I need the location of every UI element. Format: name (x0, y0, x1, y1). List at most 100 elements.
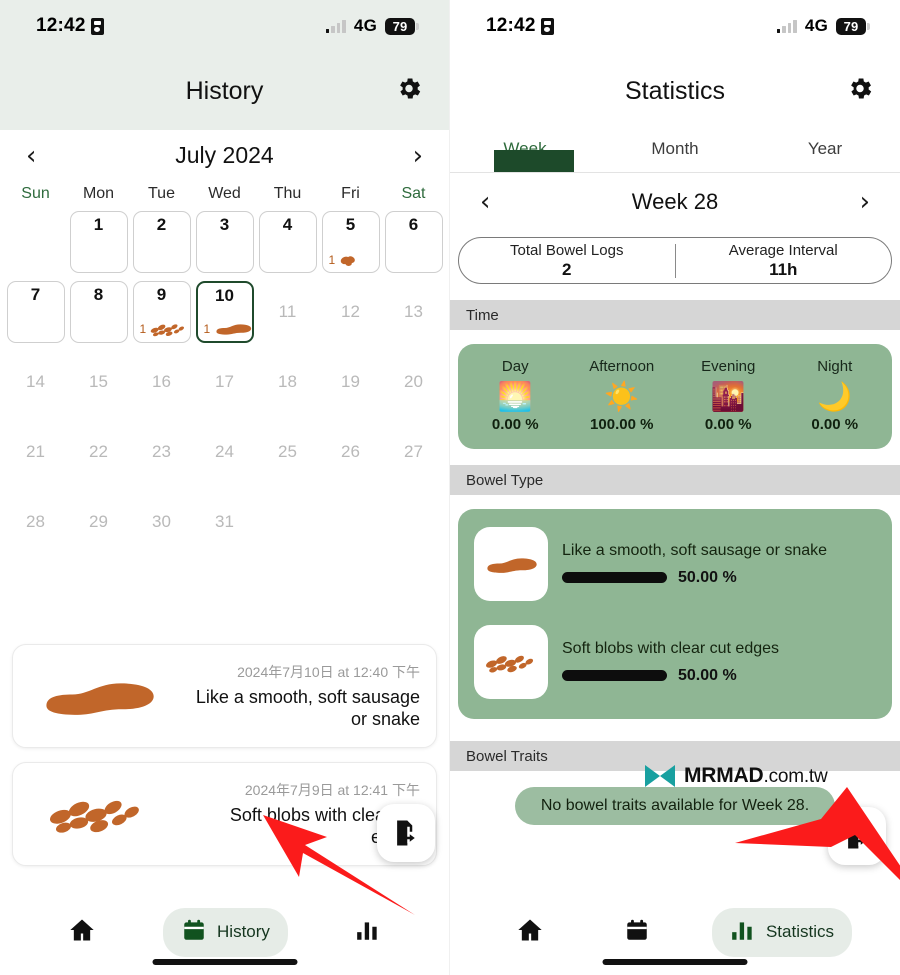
day-box[interactable]: 8 (69, 281, 128, 343)
weekday-sun: Sun (21, 185, 50, 202)
tab-statistics[interactable]: Statistics (711, 907, 852, 957)
time-bucket-evening: Evening 🌇 0.00 % (675, 358, 782, 433)
list-item[interactable]: 2024年7月9日 at 12:41 下午 Soft blobs with cle… (12, 762, 437, 866)
calendar-day-27[interactable]: 27 (382, 419, 445, 485)
prev-month-button[interactable]: ‹ (26, 143, 36, 169)
network-type-label: 4G (353, 16, 377, 35)
home-icon (516, 916, 544, 949)
stool-glyph-blobs (23, 792, 173, 835)
calendar-day-15[interactable]: 15 (67, 349, 130, 415)
calendar-day-17[interactable]: 17 (193, 349, 256, 415)
day-box[interactable]: 51 (321, 211, 380, 273)
calendar-day-3[interactable]: 3 (193, 209, 256, 275)
tab-calendar[interactable] (606, 908, 668, 957)
time-bucket-label: Night (817, 358, 853, 375)
tab-year[interactable]: Year (750, 130, 900, 172)
next-week-button[interactable]: › (860, 189, 870, 215)
day-box[interactable]: 3 (195, 211, 254, 273)
calendar-day-14[interactable]: 14 (4, 349, 67, 415)
status-bar-right: 4G 79 (776, 16, 870, 36)
tab-label: History (217, 922, 270, 941)
calendar-day-24[interactable]: 24 (193, 419, 256, 485)
calendar-day-23[interactable]: 23 (130, 419, 193, 485)
tab-history[interactable]: History (163, 907, 288, 957)
calendar-day-5[interactable]: 51 (319, 209, 382, 275)
gear-icon[interactable] (395, 75, 423, 108)
day-box[interactable]: 6 (384, 211, 443, 273)
calendar-day-7[interactable]: 7 (4, 279, 67, 345)
day-box[interactable]: 91 (132, 281, 191, 343)
prev-week-button[interactable]: ‹ (480, 189, 490, 215)
day-number: 30 (152, 512, 171, 531)
tab-home[interactable] (498, 907, 562, 958)
day-number: 11 (278, 302, 297, 321)
page-title: Statistics (624, 76, 726, 105)
mrmad-logo-icon (645, 765, 675, 787)
day-box[interactable]: 1 (69, 211, 128, 273)
summary-cell: Average Interval 11h (676, 242, 892, 280)
calendar-day-31[interactable]: 31 (193, 489, 256, 555)
day-number: 6 (408, 215, 419, 234)
day-number: 16 (152, 372, 171, 391)
status-bar: 12:42 4G 79 (450, 0, 900, 52)
calendar-day-12[interactable]: 12 (319, 279, 382, 345)
section-header-time: Time (450, 300, 900, 330)
calendar-day-2[interactable]: 2 (130, 209, 193, 275)
status-time: 12:42 (36, 15, 86, 36)
calendar-day-29[interactable]: 29 (67, 489, 130, 555)
calendar-day-22[interactable]: 22 (67, 419, 130, 485)
tab-home[interactable] (50, 907, 114, 958)
day-number: 24 (215, 442, 234, 461)
export-button[interactable] (828, 807, 886, 865)
signal-strength-icon (776, 19, 797, 33)
calendar-day-8[interactable]: 8 (67, 279, 130, 345)
calendar-day-21[interactable]: 21 (4, 419, 67, 485)
record-indicator-icon (540, 17, 554, 35)
export-button[interactable] (377, 804, 435, 862)
time-bucket-afternoon: Afternoon ☀️ 100.00 % (569, 358, 676, 433)
calendar-day-11[interactable]: 11 (256, 279, 319, 345)
battery-indicator: 79 (385, 17, 419, 35)
day-number: 5 (345, 215, 356, 234)
day-number: 25 (278, 442, 297, 461)
tab-month[interactable]: Month (600, 130, 750, 172)
list-item[interactable]: 2024年7月10日 at 12:40 下午 Like a smooth, sof… (12, 644, 437, 748)
day-box[interactable]: 4 (258, 211, 317, 273)
weekday-wed: Wed (208, 185, 241, 202)
day-number: 14 (26, 372, 45, 391)
calendar-day-28[interactable]: 28 (4, 489, 67, 555)
tab-bar-chart[interactable] (337, 908, 399, 957)
calendar-day-19[interactable]: 19 (319, 349, 382, 415)
watermark: MRMAD.com.tw (643, 763, 828, 789)
calendar-day-9[interactable]: 91 (130, 279, 193, 345)
time-bucket-night: Night 🌙 0.00 % (782, 358, 889, 433)
day-number: 4 (282, 215, 293, 234)
time-bucket-percent: 0.00 % (704, 416, 752, 433)
calendar-day-16[interactable]: 16 (130, 349, 193, 415)
calendar-day-20[interactable]: 20 (382, 349, 445, 415)
calendar-day-26[interactable]: 26 (319, 419, 382, 485)
status-time: 12:42 (486, 15, 536, 36)
day-box[interactable]: 7 (6, 281, 65, 343)
calendar-day-4[interactable]: 4 (256, 209, 319, 275)
next-month-button[interactable]: › (413, 143, 423, 169)
day-number: 31 (215, 512, 234, 531)
calendar-day-25[interactable]: 25 (256, 419, 319, 485)
day-box[interactable]: 10 1 (195, 281, 254, 343)
day-number: 7 (30, 285, 41, 304)
calendar-day-10[interactable]: 10 1 (193, 279, 256, 345)
stool-glyph-blobs (474, 625, 548, 699)
calendar-day-1[interactable]: 1 (67, 209, 130, 275)
calendar-day-18[interactable]: 18 (256, 349, 319, 415)
calendar-day-30[interactable]: 30 (130, 489, 193, 555)
network-type-label: 4G (804, 16, 828, 35)
day-number: 18 (278, 372, 297, 391)
bowel-type-bar: 50.00 % (562, 667, 876, 685)
weekday-mon: Mon (82, 185, 115, 202)
calendar-day-13[interactable]: 13 (382, 279, 445, 345)
day-number: 1 (93, 215, 104, 234)
tab-indicator (494, 150, 574, 172)
day-box[interactable]: 2 (132, 211, 191, 273)
calendar-day-6[interactable]: 6 (382, 209, 445, 275)
gear-icon[interactable] (846, 75, 874, 108)
